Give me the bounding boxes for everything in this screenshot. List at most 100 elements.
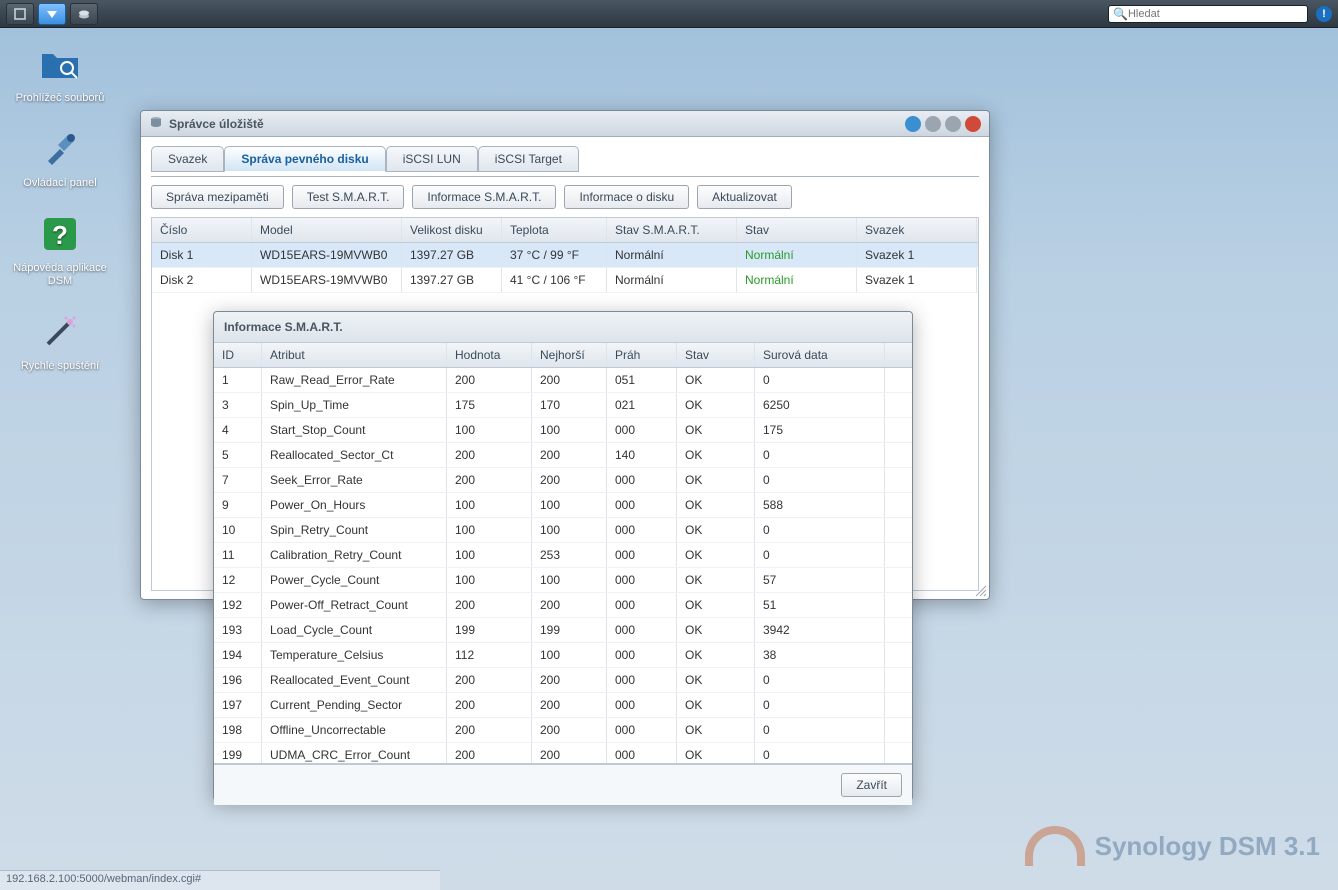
col-smart-status[interactable]: Stav S.M.A.R.T. bbox=[607, 218, 737, 242]
col-raw-data[interactable]: Surová data bbox=[755, 343, 885, 367]
cell-attribute: Start_Stop_Count bbox=[262, 418, 447, 442]
cell-worst: 100 bbox=[532, 518, 607, 542]
disk-info-button[interactable]: Informace o disku bbox=[564, 185, 689, 209]
grid-header: Číslo Model Velikost disku Teplota Stav … bbox=[152, 218, 978, 243]
cell-threshold: 000 bbox=[607, 543, 677, 567]
table-row[interactable]: 3Spin_Up_Time175170021OK6250 bbox=[214, 393, 912, 418]
info-icon[interactable]: ! bbox=[1316, 6, 1332, 22]
desktop-icon-help[interactable]: ? Nápověda aplikace DSM bbox=[10, 210, 110, 288]
cell-attribute: Seek_Error_Rate bbox=[262, 468, 447, 492]
tab-volume[interactable]: Svazek bbox=[151, 146, 224, 172]
cell-attribute: Power_Cycle_Count bbox=[262, 568, 447, 592]
col-number[interactable]: Číslo bbox=[152, 218, 252, 242]
table-row[interactable]: 196Reallocated_Event_Count200200000OK0 bbox=[214, 668, 912, 693]
statusbar-url: 192.168.2.100:5000/webman/index.cgi# bbox=[6, 873, 201, 885]
table-row[interactable]: 194Temperature_Celsius112100000OK38 bbox=[214, 643, 912, 668]
col-id[interactable]: ID bbox=[214, 343, 262, 367]
col-temp[interactable]: Teplota bbox=[502, 218, 607, 242]
cache-management-button[interactable]: Správa mezipaměti bbox=[151, 185, 284, 209]
close-button[interactable]: Zavřít bbox=[841, 773, 902, 797]
smart-test-button[interactable]: Test S.M.A.R.T. bbox=[292, 185, 405, 209]
table-row[interactable]: 1Raw_Read_Error_Rate200200051OK0 bbox=[214, 368, 912, 393]
col-attribute[interactable]: Atribut bbox=[262, 343, 447, 367]
taskbar-app-button[interactable] bbox=[70, 3, 98, 25]
cell-id: 10 bbox=[214, 518, 262, 542]
window-title: Správce úložiště bbox=[169, 117, 264, 131]
cell-threshold: 000 bbox=[607, 743, 677, 764]
desktop-icon-quick-start[interactable]: Rychlé spuštění bbox=[10, 308, 110, 373]
gauge-icon bbox=[1025, 826, 1085, 866]
table-row[interactable]: 197Current_Pending_Sector200200000OK0 bbox=[214, 693, 912, 718]
table-row[interactable]: 5Reallocated_Sector_Ct200200140OK0 bbox=[214, 443, 912, 468]
table-row[interactable]: Disk 1WD15EARS-19MVWB01397.27 GB37 °C / … bbox=[152, 243, 978, 268]
storage-icon bbox=[149, 115, 163, 132]
desktop-icon-file-browser[interactable]: Prohlížeč souborů bbox=[10, 40, 110, 105]
cell-raw: 0 bbox=[755, 668, 885, 692]
help-button[interactable] bbox=[905, 116, 921, 132]
close-button[interactable] bbox=[965, 116, 981, 132]
col-worst[interactable]: Nejhorší bbox=[532, 343, 607, 367]
cell-worst: 100 bbox=[532, 418, 607, 442]
col-threshold[interactable]: Práh bbox=[607, 343, 677, 367]
col-model[interactable]: Model bbox=[252, 218, 402, 242]
table-row[interactable]: 4Start_Stop_Count100100000OK175 bbox=[214, 418, 912, 443]
table-row[interactable]: 12Power_Cycle_Count100100000OK57 bbox=[214, 568, 912, 593]
cell-value: 200 bbox=[447, 668, 532, 692]
cell-attribute: Raw_Read_Error_Rate bbox=[262, 368, 447, 392]
col-status[interactable]: Stav bbox=[737, 218, 857, 242]
cell-status: OK bbox=[677, 618, 755, 642]
brand-watermark: Synology DSM 3.1 bbox=[1025, 826, 1320, 866]
tab-hdd-management[interactable]: Správa pevného disku bbox=[224, 146, 385, 172]
toolbar: Správa mezipaměti Test S.M.A.R.T. Inform… bbox=[151, 177, 979, 217]
desktop-icons: Prohlížeč souborů Ovládací panel ? Nápov… bbox=[10, 40, 110, 393]
table-row[interactable]: 9Power_On_Hours100100000OK588 bbox=[214, 493, 912, 518]
statusbar: 192.168.2.100:5000/webman/index.cgi# bbox=[0, 870, 440, 890]
cell-temp: 37 °C / 99 °F bbox=[502, 243, 607, 267]
cell-id: 11 bbox=[214, 543, 262, 567]
smart-window-title[interactable]: Informace S.M.A.R.T. bbox=[214, 312, 912, 343]
col-size[interactable]: Velikost disku bbox=[402, 218, 502, 242]
col-volume[interactable]: Svazek bbox=[857, 218, 977, 242]
smart-info-button[interactable]: Informace S.M.A.R.T. bbox=[412, 185, 556, 209]
refresh-button[interactable]: Aktualizovat bbox=[697, 185, 792, 209]
cell-raw: 0 bbox=[755, 518, 885, 542]
desktop-icon-control-panel[interactable]: Ovládací panel bbox=[10, 125, 110, 190]
table-row[interactable]: Disk 2WD15EARS-19MVWB01397.27 GB41 °C / … bbox=[152, 268, 978, 293]
smart-info-window: Informace S.M.A.R.T. ID Atribut Hodnota … bbox=[213, 311, 913, 801]
resize-handle[interactable] bbox=[973, 583, 987, 597]
table-row[interactable]: 193Load_Cycle_Count199199000OK3942 bbox=[214, 618, 912, 643]
search-input[interactable] bbox=[1128, 8, 1303, 20]
cell-attribute: Calibration_Retry_Count bbox=[262, 543, 447, 567]
minimize-button[interactable] bbox=[925, 116, 941, 132]
cell-value: 200 bbox=[447, 743, 532, 764]
cell-value: 100 bbox=[447, 543, 532, 567]
table-row[interactable]: 199UDMA_CRC_Error_Count200200000OK0 bbox=[214, 743, 912, 764]
table-row[interactable]: 7Seek_Error_Rate200200000OK0 bbox=[214, 468, 912, 493]
cell-id: 193 bbox=[214, 618, 262, 642]
cell-value: 100 bbox=[447, 493, 532, 517]
cell-raw: 0 bbox=[755, 443, 885, 467]
col-status[interactable]: Stav bbox=[677, 343, 755, 367]
smart-grid: ID Atribut Hodnota Nejhorší Práh Stav Su… bbox=[214, 343, 912, 764]
cell-value: 200 bbox=[447, 693, 532, 717]
tab-iscsi-target[interactable]: iSCSI Target bbox=[478, 146, 579, 172]
table-row[interactable]: 198Offline_Uncorrectable200200000OK0 bbox=[214, 718, 912, 743]
cell-id: 198 bbox=[214, 718, 262, 742]
cell-threshold: 000 bbox=[607, 593, 677, 617]
tab-iscsi-lun[interactable]: iSCSI LUN bbox=[386, 146, 478, 172]
cell-number: Disk 1 bbox=[152, 243, 252, 267]
col-value[interactable]: Hodnota bbox=[447, 343, 532, 367]
help-icon: ? bbox=[36, 210, 84, 258]
taskbar-main-menu[interactable] bbox=[38, 3, 66, 25]
table-row[interactable]: 10Spin_Retry_Count100100000OK0 bbox=[214, 518, 912, 543]
maximize-button[interactable] bbox=[945, 116, 961, 132]
taskbar-show-desktop[interactable] bbox=[6, 3, 34, 25]
search-box[interactable]: 🔍 bbox=[1108, 5, 1308, 23]
cell-attribute: Current_Pending_Sector bbox=[262, 693, 447, 717]
table-row[interactable]: 11Calibration_Retry_Count100253000OK0 bbox=[214, 543, 912, 568]
table-row[interactable]: 192Power-Off_Retract_Count200200000OK51 bbox=[214, 593, 912, 618]
cell-smart-status: Normální bbox=[607, 268, 737, 292]
cell-value: 200 bbox=[447, 443, 532, 467]
cell-worst: 200 bbox=[532, 443, 607, 467]
titlebar[interactable]: Správce úložiště bbox=[141, 111, 989, 137]
